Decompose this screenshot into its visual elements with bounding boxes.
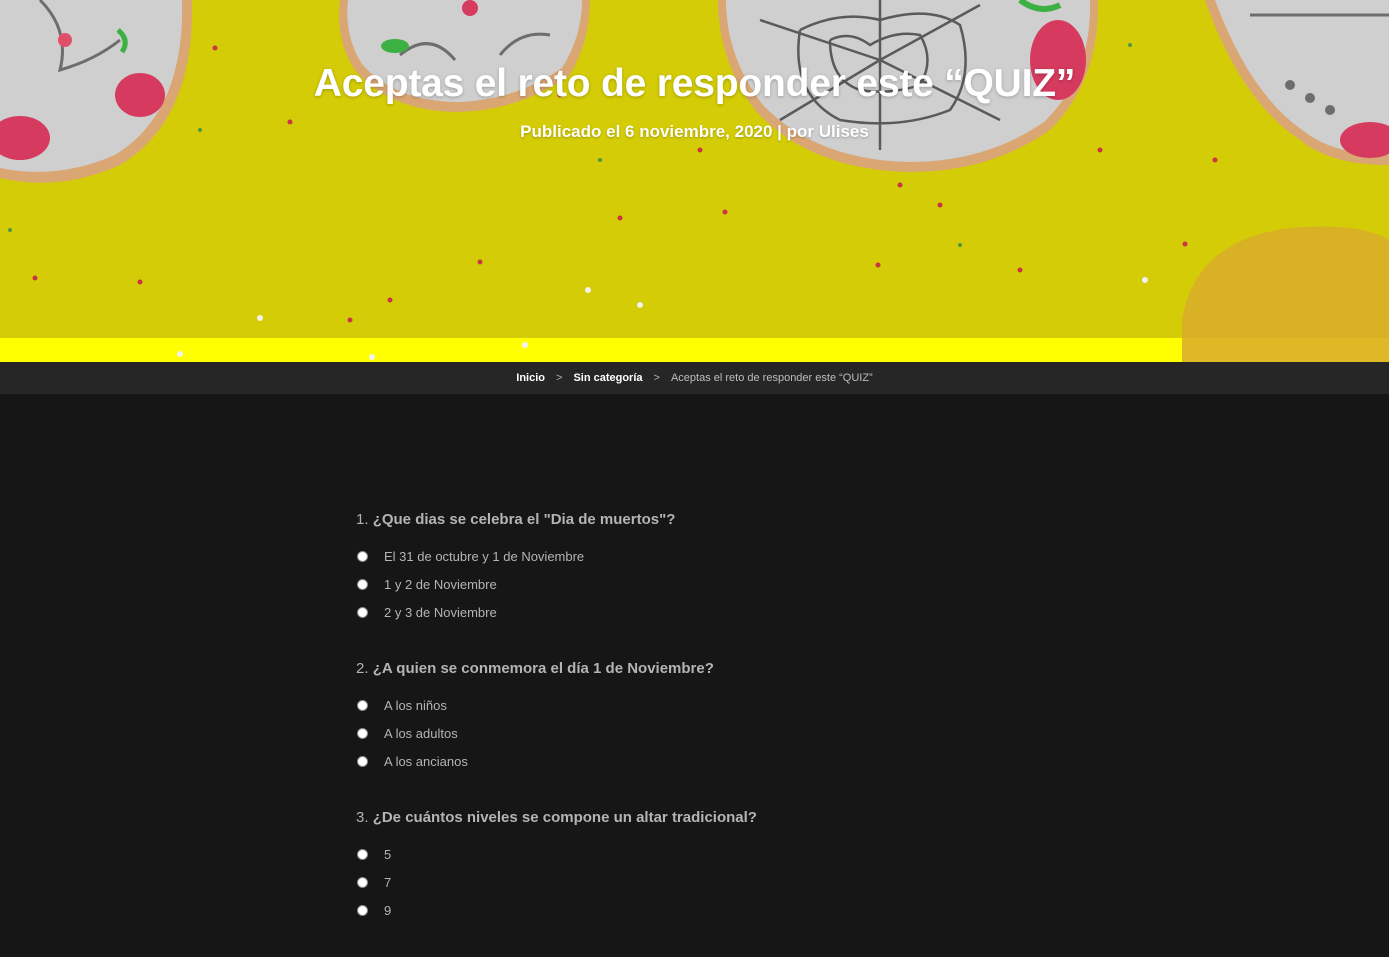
post-meta-prefix: Publicado el (520, 122, 626, 141)
radio-button[interactable] (357, 727, 368, 739)
answer-option[interactable]: A los ancianos (356, 747, 1056, 775)
post-meta: Publicado el 6 noviembre, 2020 | por Uli… (0, 122, 1389, 142)
answer-label[interactable]: 5 (384, 847, 391, 862)
radio-button[interactable] (357, 578, 368, 590)
answer-option[interactable]: El 31 de octubre y 1 de Noviembre (356, 542, 1056, 570)
breadcrumb-home-link[interactable]: Inicio (516, 372, 545, 384)
question-title: 2. ¿A quien se conmemora el día 1 de Nov… (356, 659, 1056, 679)
answer-option[interactable]: 2 y 3 de Noviembre (356, 598, 1056, 626)
radio-button[interactable] (357, 550, 368, 562)
answer-label[interactable]: 7 (384, 875, 391, 890)
answer-label[interactable]: A los ancianos (384, 754, 468, 769)
answer-label[interactable]: A los niños (384, 698, 447, 713)
breadcrumb-separator: > (653, 372, 660, 384)
quiz-question-3: 3. ¿De cuántos niveles se compone un alt… (356, 808, 1056, 924)
answer-label[interactable]: 1 y 2 de Noviembre (384, 577, 497, 592)
answer-option[interactable]: A los adultos (356, 719, 1056, 747)
question-title: 1. ¿Que dias se celebra el "Dia de muert… (356, 510, 1056, 530)
quiz-form: 1. ¿Que dias se celebra el "Dia de muert… (356, 510, 1056, 957)
breadcrumb-separator: > (556, 372, 563, 384)
answer-label[interactable]: El 31 de octubre y 1 de Noviembre (384, 549, 584, 564)
radio-button[interactable] (357, 848, 368, 860)
sugar-skull-cookies-image (0, 0, 1389, 362)
post-meta-separator: | por (772, 122, 819, 141)
question-text: ¿A quien se conmemora el día 1 de Noviem… (372, 660, 714, 677)
question-number: 3. (356, 809, 369, 826)
answer-option[interactable]: 1 y 2 de Noviembre (356, 570, 1056, 598)
question-title: 3. ¿De cuántos niveles se compone un alt… (356, 808, 1056, 828)
answer-label[interactable]: 9 (384, 903, 391, 918)
breadcrumb: Inicio > Sin categoría > Aceptas el reto… (0, 362, 1389, 394)
radio-button[interactable] (357, 755, 368, 767)
answer-option[interactable]: 7 (356, 868, 1056, 896)
answer-option[interactable]: 5 (356, 840, 1056, 868)
author-link[interactable]: Ulises (819, 122, 869, 141)
hero-banner: Aceptas el reto de responder este “QUIZ”… (0, 0, 1389, 362)
radio-button[interactable] (357, 876, 368, 888)
post-date-link[interactable]: 6 noviembre, 2020 (625, 122, 772, 141)
quiz-question-2: 2. ¿A quien se conmemora el día 1 de Nov… (356, 659, 1056, 775)
answer-label[interactable]: A los adultos (384, 726, 458, 741)
question-text: ¿De cuántos niveles se compone un altar … (372, 809, 757, 826)
radio-button[interactable] (357, 699, 368, 711)
answer-option[interactable]: A los niños (356, 691, 1056, 719)
question-number: 1. (356, 511, 369, 528)
answer-label[interactable]: 2 y 3 de Noviembre (384, 605, 497, 620)
question-number: 2. (356, 660, 369, 677)
breadcrumb-current: Aceptas el reto de responder este “QUIZ” (670, 372, 873, 384)
page-title: Aceptas el reto de responder este “QUIZ” (313, 62, 1076, 105)
breadcrumb-category-link[interactable]: Sin categoría (573, 372, 642, 384)
question-text: ¿Que dias se celebra el "Dia de muertos"… (372, 511, 676, 528)
radio-button[interactable] (357, 606, 368, 618)
quiz-question-1: 1. ¿Que dias se celebra el "Dia de muert… (356, 510, 1056, 626)
answer-option[interactable]: 9 (356, 896, 1056, 924)
radio-button[interactable] (357, 904, 368, 916)
